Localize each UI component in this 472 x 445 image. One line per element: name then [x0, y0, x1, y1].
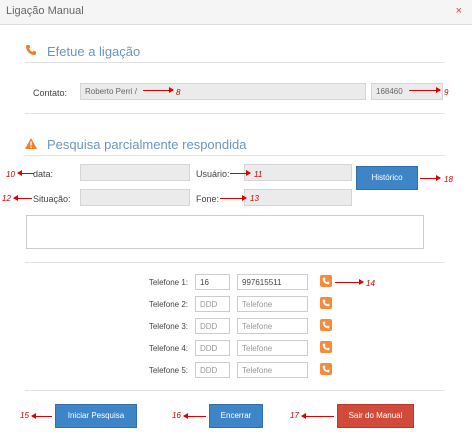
annotation-arrow: [420, 175, 441, 181]
phone-number-input[interactable]: Telefone: [237, 318, 308, 334]
annotation-number: 18: [444, 175, 453, 184]
phone-number-input[interactable]: Telefone: [237, 296, 308, 312]
phone-label: Telefone 5:: [148, 366, 188, 375]
call-phone-icon[interactable]: [320, 297, 332, 309]
divider: [25, 262, 445, 263]
phone-label: Telefone 4:: [148, 344, 188, 353]
call-phone-icon[interactable]: [320, 363, 332, 375]
call-phone-icon[interactable]: [320, 275, 332, 287]
annotation-arrow: [335, 279, 364, 285]
warning-icon: [25, 137, 41, 152]
phone-number-input[interactable]: 997615511: [237, 274, 308, 290]
annotation-arrow: [31, 413, 52, 419]
usuario-label: Usuário:: [196, 169, 230, 179]
annotation-arrow: [13, 195, 32, 201]
contact-id-field: 168460: [371, 83, 443, 100]
ddd-input[interactable]: DDD: [195, 340, 230, 356]
close-icon[interactable]: ×: [456, 5, 462, 17]
annotation-number: 8: [176, 88, 181, 97]
annotation-number: 15: [20, 411, 29, 420]
section-survey-header: Pesquisa parcialmente respondida: [25, 137, 246, 152]
sair-do-manual-button[interactable]: Sair do Manual: [337, 404, 414, 428]
annotation-number: 14: [366, 279, 375, 288]
divider: [25, 62, 445, 63]
window-title: Ligação Manual: [6, 5, 84, 17]
situacao-label: Situação:: [33, 194, 71, 204]
data-field: [80, 164, 190, 181]
situacao-field: [80, 189, 190, 206]
annotation-number: 10: [6, 170, 15, 179]
phone-label: Telefone 1:: [148, 278, 188, 287]
historico-button[interactable]: Histórico: [356, 166, 418, 190]
title-bar: Ligação Manual ×: [0, 0, 472, 25]
ddd-input[interactable]: DDD: [195, 296, 230, 312]
contact-field: Roberto Perri /: [80, 83, 366, 100]
section-survey-title: Pesquisa parcialmente respondida: [47, 137, 247, 152]
phone-number-input[interactable]: Telefone: [237, 340, 308, 356]
ddd-input[interactable]: DDD: [195, 318, 230, 334]
contact-label: Contato:: [33, 88, 68, 98]
annotation-number: 16: [172, 411, 181, 420]
annotation-arrow: [220, 195, 247, 201]
annotation-arrow: [230, 170, 251, 176]
annotation-number: 11: [254, 170, 263, 179]
annotation-number: 17: [290, 411, 299, 420]
annotation-number: 12: [2, 194, 11, 203]
phone-label: Telefone 2:: [148, 300, 188, 309]
annotation-arrow: [409, 87, 441, 93]
phone-label: Telefone 3:: [148, 322, 188, 331]
phone-number-input[interactable]: Telefone: [237, 362, 308, 378]
section-call-header: Efetue a ligação: [25, 44, 140, 59]
notes-textarea[interactable]: [26, 215, 424, 249]
data-label: data:: [33, 169, 54, 179]
encerrar-button[interactable]: Encerrar: [209, 404, 263, 428]
ddd-input[interactable]: 16: [195, 274, 230, 290]
annotation-arrow: [143, 87, 174, 93]
divider: [25, 113, 445, 114]
divider: [25, 155, 445, 156]
annotation-arrow: [301, 413, 334, 419]
annotation-arrow: [17, 170, 34, 176]
fone-field: [244, 189, 352, 206]
call-phone-icon[interactable]: [320, 319, 332, 331]
call-phone-icon[interactable]: [320, 341, 332, 353]
section-call-title: Efetue a ligação: [47, 44, 141, 59]
annotation-number: 9: [444, 88, 449, 97]
annotation-number: 13: [250, 194, 259, 203]
phone-icon: [25, 44, 41, 59]
annotation-arrow: [183, 413, 206, 419]
iniciar-pesquisa-button[interactable]: Iniciar Pesquisa: [55, 404, 137, 428]
divider: [25, 390, 445, 391]
ddd-input[interactable]: DDD: [195, 362, 230, 378]
fone-label: Fone:: [196, 194, 220, 204]
